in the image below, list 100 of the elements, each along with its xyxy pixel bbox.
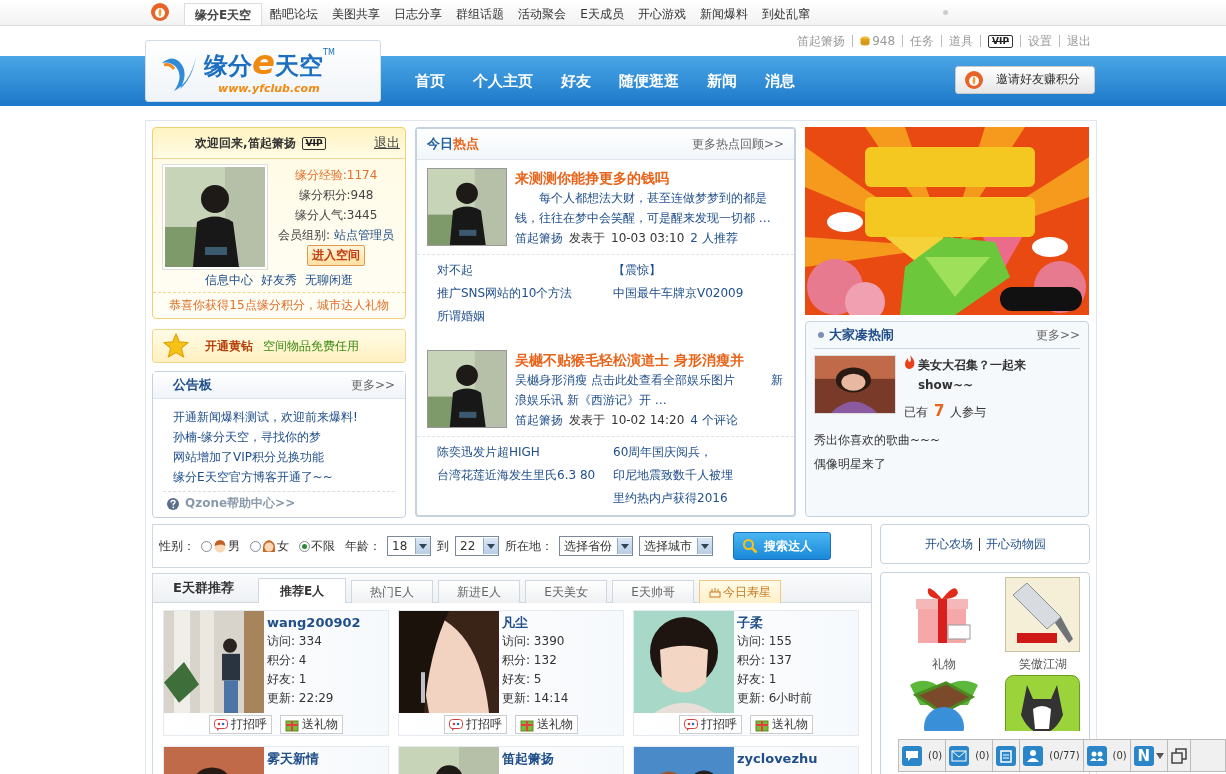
logo-text: 天空 — [275, 51, 324, 82]
news-link[interactable]: 台湾花莲近海发生里氏6.3 80 — [437, 464, 613, 487]
gender-option[interactable]: 女 — [250, 537, 289, 555]
main-nav-link[interactable]: 好友 — [561, 71, 591, 91]
recommend-tab[interactable]: E天美女 — [525, 580, 607, 603]
more-link[interactable]: 更多>> — [1035, 326, 1080, 344]
main-nav-link[interactable]: 首页 — [415, 71, 445, 91]
top-nav-tab[interactable]: 日志分享 — [388, 3, 449, 25]
recommend-tab[interactable]: 推荐E人 — [258, 578, 346, 603]
profile-link[interactable]: 无聊闲逛 — [305, 272, 353, 288]
author-link[interactable]: 笛起箫扬 — [515, 228, 563, 248]
member-stat: 更新: 22:29 — [267, 690, 335, 707]
news-link[interactable]: 中国最牛车牌京V02009 — [613, 282, 789, 305]
news-link[interactable]: 陈奕迅发片超HIGH — [437, 441, 613, 464]
news-link[interactable]: 推广SNS网站的10个方法 — [437, 282, 613, 305]
news-link[interactable]: 里约热内卢获得2016 — [613, 487, 789, 510]
logo-url: www.yfclub.com — [218, 81, 321, 95]
top-nav-tab[interactable]: 群组话题 — [450, 3, 511, 25]
notice-link[interactable]: 网站增加了VIP积分兑换功能 — [173, 449, 405, 465]
app-link[interactable]: 开心动物园 — [985, 535, 1046, 553]
diamond-text: 空间物品免费任用 — [263, 337, 359, 355]
member-name[interactable]: zyclovezhu — [737, 749, 818, 768]
trademark-mark: TM — [323, 47, 335, 57]
toolbar-button[interactable]: (0/77) — [1020, 740, 1084, 771]
top-nav-tab[interactable]: 到处乱窜 — [755, 3, 816, 25]
recommend-tab[interactable]: E天帅哥 — [612, 580, 694, 603]
stat-link[interactable]: 2 人推荐 — [690, 228, 738, 248]
reward-notice: 恭喜你获得15点缘分积分，城市达人礼物 — [168, 297, 390, 313]
group-label: 会员组别: — [278, 228, 331, 242]
coin-count: 948 — [872, 34, 896, 48]
topic-link[interactable]: 偶像明星来了 — [814, 452, 1080, 476]
notice-link[interactable]: 缘分E天空官方博客开通了~~ — [173, 469, 405, 485]
city-select[interactable]: 选择城市 — [639, 536, 713, 556]
age-select[interactable]: 18 — [387, 536, 431, 556]
news-link[interactable]: 【震惊】 — [613, 259, 789, 282]
vip-promo-banner[interactable]: 开通黄钻 空间物品免费任用 — [152, 329, 406, 363]
gift-button[interactable]: 送礼物 — [280, 715, 343, 734]
count-text: (0) — [975, 750, 990, 761]
app-link[interactable]: 开心农场 — [924, 535, 973, 553]
greet-button[interactable]: 打招呼 — [209, 715, 272, 734]
gender-option[interactable]: 不限 — [299, 537, 335, 555]
crowd-title: 大家凑热闹 — [829, 326, 894, 344]
group-link[interactable]: 站点管理员 — [333, 228, 394, 242]
vip-badge[interactable]: VIP — [988, 34, 1013, 48]
main-nav-link[interactable]: 消息 — [765, 71, 795, 91]
gender-option[interactable]: 男 — [201, 537, 240, 555]
gift-button[interactable]: 送礼物 — [515, 715, 578, 734]
notice-link[interactable]: 开通新闻爆料测试，欢迎前来爆料! — [173, 409, 405, 425]
top-nav-tab[interactable]: 活动聚会 — [512, 3, 573, 25]
logout-link[interactable]: 退出 — [374, 134, 400, 152]
member-stat: 积分: 4 — [267, 652, 308, 669]
topic-link[interactable]: 秀出你喜欢的歌曲~~~ — [814, 428, 1080, 452]
app-label: 礼物 — [931, 656, 956, 673]
topic-link[interactable]: 美女大召集？一起来show~~ — [917, 355, 1080, 395]
top-nav-tab[interactable]: 美图共享 — [326, 3, 387, 25]
member-name[interactable]: 笛起箫扬 — [502, 749, 554, 768]
more-link[interactable]: 更多>> — [350, 376, 395, 394]
count-text: (0/77) — [1049, 750, 1080, 761]
member-name[interactable]: 雾天新情 — [267, 749, 319, 768]
field-label: 到 — [437, 537, 449, 555]
author-link[interactable]: 笛起箫扬 — [515, 410, 563, 430]
toolbar-button[interactable]: N — [1130, 740, 1168, 771]
more-link[interactable]: 更多热点回顾>> — [691, 135, 784, 153]
stat-link[interactable]: 4 个评论 — [690, 410, 738, 430]
member-stat: 好友: 1 — [737, 671, 778, 688]
top-nav-tab[interactable]: 开心游戏 — [631, 3, 692, 25]
enter-space-button[interactable]: 进入空间 — [307, 245, 365, 266]
news-link[interactable]: 60周年国庆阅兵， — [613, 441, 789, 464]
main-nav-link[interactable]: 个人主页 — [473, 71, 533, 91]
greet-button[interactable]: 打招呼 — [444, 715, 507, 734]
hot-title: 今日热点 — [427, 135, 479, 153]
stat-text: 缘分积分:948 — [298, 187, 374, 204]
gift-button[interactable]: 送礼物 — [750, 715, 813, 734]
notice-link[interactable]: 孙楠-缘分天空，寻找你的梦 — [173, 429, 405, 445]
top-nav-tab[interactable]: E天成员 — [574, 3, 630, 25]
recommend-tab[interactable]: 新进E人 — [438, 580, 520, 603]
member-stat: 访问: 3390 — [502, 633, 566, 650]
profile-link[interactable]: 信息中心 — [205, 272, 253, 288]
top-nav-tab[interactable]: 新闻爆料 — [693, 3, 754, 25]
toolbar-button[interactable]: (0) — [899, 740, 947, 771]
toolbar-button[interactable]: (0) — [946, 740, 994, 771]
top-nav-tab[interactable]: 缘分E天空 — [184, 3, 263, 25]
app-label: 笑傲江湖 — [1018, 656, 1067, 673]
member-name[interactable]: wang200902 — [267, 613, 361, 632]
joined-count: 7 — [934, 401, 945, 421]
greet-button[interactable]: 打招呼 — [679, 715, 742, 734]
news-link[interactable]: 印尼地震致数千人被埋 — [613, 464, 789, 487]
news-link[interactable]: 所谓婚姻 — [437, 305, 613, 328]
province-select[interactable]: 选择省份 — [559, 536, 633, 556]
recommend-tab[interactable]: 热门E人 — [351, 580, 433, 603]
member-name[interactable]: 凡尘 — [502, 613, 569, 632]
top-nav-tab[interactable]: 酷吧论坛 — [264, 3, 325, 25]
member-stat: 访问: 334 — [267, 633, 323, 650]
toolbar-button[interactable]: (0) — [1083, 740, 1131, 771]
news-link[interactable]: 对不起 — [437, 259, 613, 282]
age-select[interactable]: 22 — [455, 536, 499, 556]
member-stat: 好友: 5 — [502, 671, 543, 688]
member-name[interactable]: 子柔 — [737, 613, 813, 632]
profile-link[interactable]: 好友秀 — [261, 272, 297, 288]
invite-button[interactable]: 邀请好友赚积分 — [955, 65, 1095, 94]
